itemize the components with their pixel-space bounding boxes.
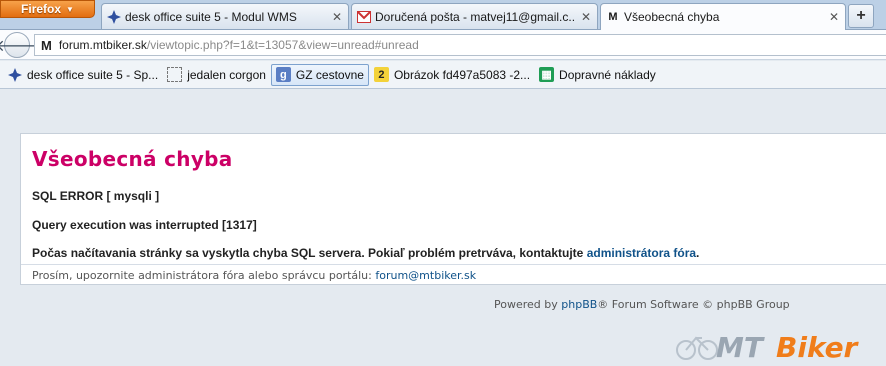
bookmark-obrazok[interactable]: 2 Obrázok fd497a5083 -2... (370, 64, 534, 86)
gmail-icon (357, 10, 371, 24)
tab-title: Doručená pošta - matvej11@gmail.c... (375, 9, 575, 24)
tab-title: Všeobecná chyba (624, 10, 720, 24)
admin-contact-link[interactable]: administrátora fóra (587, 246, 696, 260)
panel-footer: Prosím, upozornite administrátora fóra a… (21, 264, 886, 285)
bookmark-label: desk office suite 5 - Sp... (27, 67, 159, 82)
bookmark-label: Dopravné náklady (559, 67, 656, 82)
chevron-down-icon: ▼ (66, 4, 74, 14)
load-error-message: Počas načítavania stránky sa vyskytla ch… (32, 246, 699, 260)
close-tab-icon[interactable]: ✕ (332, 10, 342, 24)
bookmark-jedalen-corgon[interactable]: jedalen corgon (163, 64, 270, 86)
bookmarks-bar: desk office suite 5 - Sp... jedalen corg… (0, 61, 886, 89)
error-panel: Všeobecná chyba SQL ERROR [ mysqli ] Que… (20, 133, 886, 285)
footer-email-link[interactable]: forum@mtbiker.sk (375, 269, 476, 282)
google-docs-icon: g (275, 67, 291, 82)
url-text: forum.mtbiker.sk/viewtopic.php?f=1&t=130… (59, 38, 419, 52)
tab-title: desk office suite 5 - Modul WMS (125, 9, 297, 24)
desk-office-icon (7, 67, 22, 82)
new-tab-button[interactable]: + (848, 4, 874, 28)
spreadsheet-icon: ▦ (539, 67, 555, 82)
phpbb-link[interactable]: phpBB (561, 298, 597, 311)
url-path: /viewtopic.php?f=1&t=13057&view=unread#u… (146, 38, 419, 52)
load-error-text: Počas načítavania stránky sa vyskytla ch… (32, 246, 584, 260)
bookmark-label: GZ cestovne (295, 67, 364, 82)
firefox-menu-label: Firefox (21, 2, 62, 16)
sql-error-text: SQL ERROR [ mysqli ] (32, 189, 160, 203)
tab-strip: Firefox ▼ desk office suite 5 - Modul WM… (0, 0, 886, 30)
powered-by: Powered by phpBB® Forum Software © phpBB… (494, 298, 790, 311)
blank-page-icon (167, 67, 183, 82)
navigation-bar: 🡐 M forum.mtbiker.sk/viewtopic.php?f=1&t… (0, 30, 886, 60)
footer-text: Prosím, upozornite administrátora fóra a… (32, 269, 372, 282)
svg-text:Biker: Biker (776, 331, 860, 364)
bookmark-gz-cestovne[interactable]: g GZ cestovne (270, 63, 369, 86)
back-button[interactable]: 🡐 (0, 32, 38, 58)
url-host: forum.mtbiker.sk (58, 38, 147, 52)
tab-active-error[interactable]: M Všeobecná chyba ✕ (600, 3, 846, 30)
load-error-end: . (696, 246, 700, 260)
query-message: Query execution was interrupted [1317] (32, 218, 257, 232)
desk-office-icon (107, 9, 121, 24)
page-title: Všeobecná chyba (32, 147, 233, 171)
mtbiker-logo[interactable]: MT Biker (672, 328, 880, 364)
bookmark-label: Obrázok fd497a5083 -2... (393, 67, 531, 82)
bookmark-dopravne-naklady[interactable]: ▦ Dopravné náklady (535, 64, 660, 86)
svg-text:MT: MT (716, 331, 765, 364)
firefox-menu-button[interactable]: Firefox ▼ (0, 0, 95, 18)
close-tab-icon[interactable]: ✕ (581, 10, 591, 24)
mtbiker-icon: M (608, 11, 618, 23)
powered-suffix: ® Forum Software © phpBB Group (597, 298, 790, 311)
image-host-icon: 2 (373, 67, 389, 82)
page-content: Všeobecná chyba SQL ERROR [ mysqli ] Que… (0, 90, 886, 366)
tab-desk-office[interactable]: desk office suite 5 - Modul WMS ✕ (101, 3, 349, 29)
powered-prefix: Powered by (494, 298, 558, 311)
back-arrow-icon: 🡐 (0, 37, 39, 55)
bookmark-desk-office[interactable]: desk office suite 5 - Sp... (3, 64, 162, 86)
site-favicon-icon: M (41, 37, 52, 53)
tab-gmail[interactable]: Doručená pošta - matvej11@gmail.c... ✕ (351, 3, 598, 29)
address-bar[interactable]: M forum.mtbiker.sk/viewtopic.php?f=1&t=1… (34, 34, 886, 56)
bookmark-label: jedalen corgon (187, 67, 266, 82)
close-tab-icon[interactable]: ✕ (829, 10, 839, 24)
